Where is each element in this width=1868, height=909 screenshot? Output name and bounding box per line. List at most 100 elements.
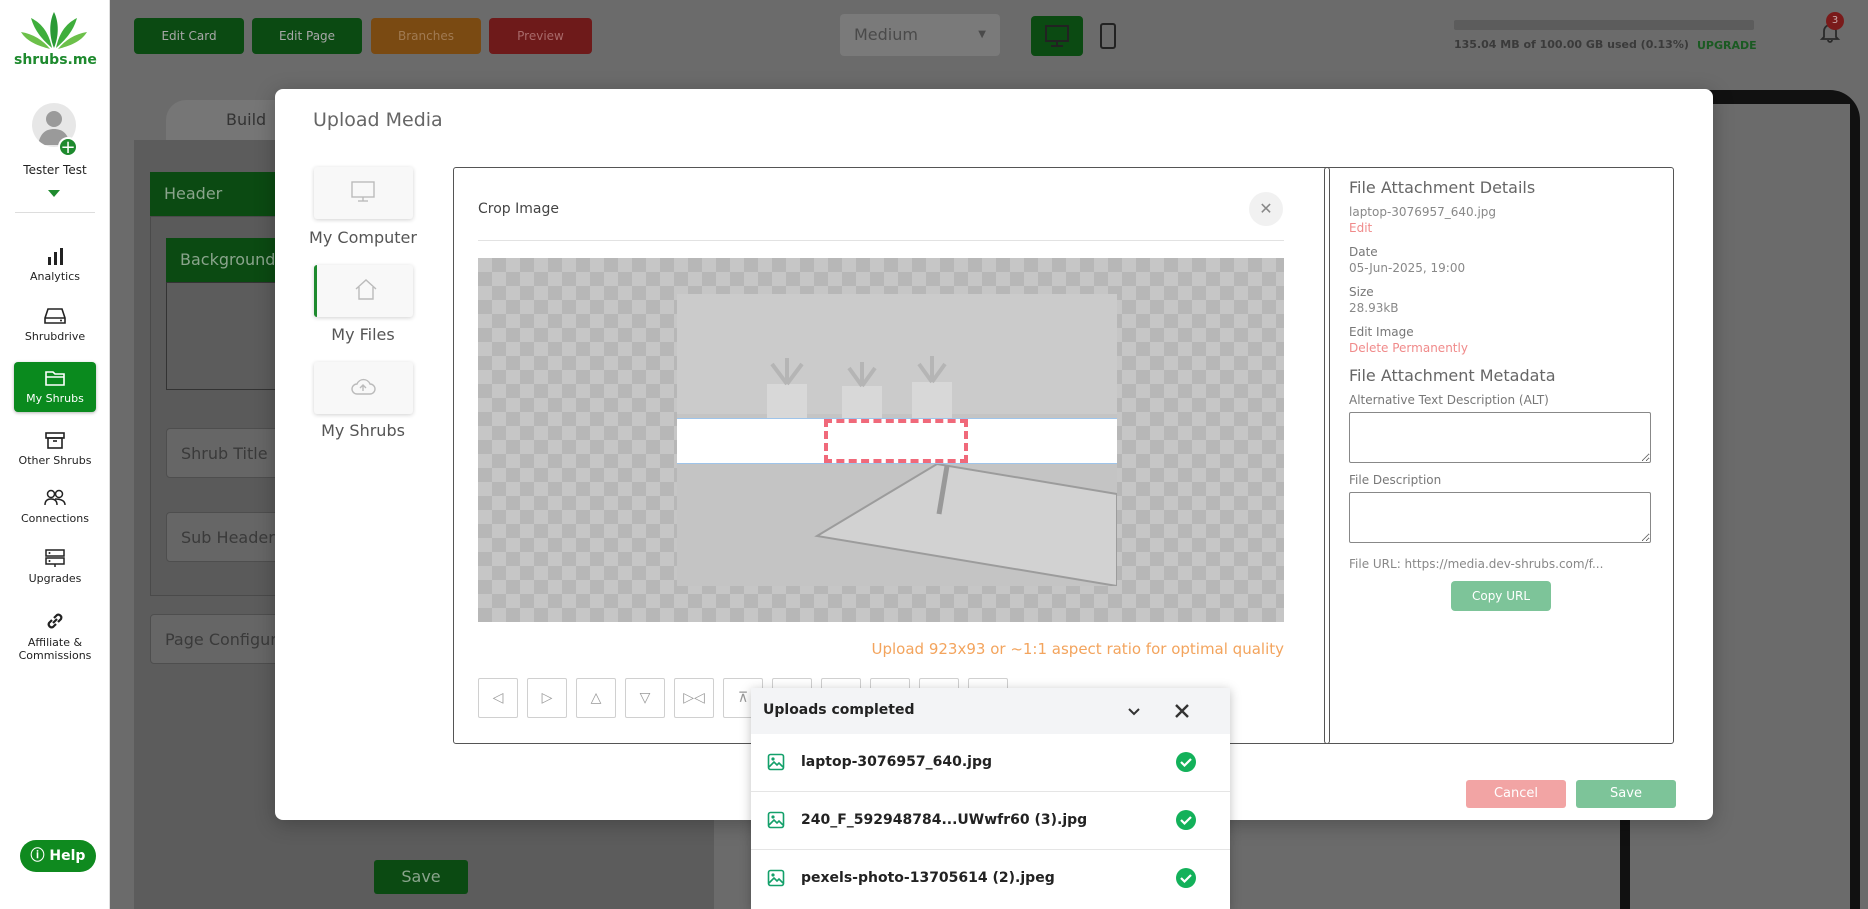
edit-filename-link[interactable]: Edit xyxy=(1349,221,1372,235)
arrow-left-icon: ◁ xyxy=(492,690,504,706)
source-my-shrubs[interactable] xyxy=(314,362,413,414)
save-button[interactable]: Save xyxy=(1576,780,1676,808)
flip-horizontal-icon: ▷◁ xyxy=(683,690,705,706)
leaf-logo-icon xyxy=(21,12,87,49)
monitor-icon xyxy=(351,181,375,202)
user-name: Tester Test xyxy=(23,163,87,177)
cloud-upload-icon xyxy=(351,378,376,395)
upload-hint: Upload 923x93 or ~1:1 aspect ratio for o… xyxy=(871,640,1284,658)
crop-title: Crop Image xyxy=(478,201,559,217)
delete-permanently-link[interactable]: Delete Permanently xyxy=(1349,341,1468,355)
arrow-down-icon: ▽ xyxy=(639,690,651,706)
file-description-input[interactable] xyxy=(1349,492,1651,543)
upload-row[interactable]: 240_F_592948784...UWwfr60 (3).jpg xyxy=(751,792,1230,850)
phone-icon xyxy=(1100,23,1116,49)
size-select-value: Medium xyxy=(854,25,918,44)
move-right-button[interactable]: ▷ xyxy=(527,678,567,718)
arrow-up-icon: △ xyxy=(590,690,602,706)
archive-icon xyxy=(45,432,65,449)
source-my-computer[interactable] xyxy=(314,167,413,219)
sidebar-item-label: Upgrades xyxy=(28,572,82,585)
sidebar-item-analytics[interactable]: Analytics xyxy=(14,240,96,288)
upload-file-name: pexels-photo-13705614 (2).jpeg xyxy=(801,870,1055,886)
move-down-button[interactable]: ▽ xyxy=(625,678,665,718)
upgrade-link[interactable]: UPGRADE xyxy=(1697,39,1757,52)
link-icon xyxy=(47,613,63,629)
preview-button[interactable]: Preview xyxy=(489,18,592,54)
sidebar-item-shrubdrive[interactable]: Shrubdrive xyxy=(14,300,96,348)
sidebar-item-label: Shrubdrive xyxy=(24,330,86,343)
move-left-button[interactable]: ◁ xyxy=(478,678,518,718)
sidebar-item-label: Affiliate & Commissions xyxy=(18,636,92,662)
chevron-down-icon[interactable] xyxy=(1125,702,1143,720)
date-label: Date xyxy=(1349,245,1378,259)
sidebar-item-upgrades[interactable]: Upgrades xyxy=(14,542,96,592)
home-icon xyxy=(355,279,377,300)
move-up-button[interactable]: △ xyxy=(576,678,616,718)
background-save-button[interactable]: Save xyxy=(374,860,468,894)
help-label: Help xyxy=(49,848,86,864)
sidebar-item-label: My Shrubs xyxy=(26,392,84,405)
crop-close-button[interactable]: ✕ xyxy=(1249,192,1283,226)
metadata-heading: File Attachment Metadata xyxy=(1349,366,1556,385)
edit-page-button[interactable]: Edit Page xyxy=(252,18,362,54)
branches-button[interactable]: Branches xyxy=(371,18,481,54)
file-description-label: File Description xyxy=(1349,473,1442,487)
drive-icon xyxy=(44,308,66,324)
sidebar: shrubs.me + Tester Test Analytics Shrubd… xyxy=(0,0,110,909)
flip-horizontal-button[interactable]: ▷◁ xyxy=(674,678,714,718)
upload-file-name: 240_F_592948784...UWwfr60 (3).jpg xyxy=(801,812,1088,828)
copy-url-button[interactable]: Copy URL xyxy=(1451,581,1551,611)
uploads-toast: Uploads completed laptop-3076957_640.jpg… xyxy=(751,688,1230,909)
chevron-down-icon: ▼ xyxy=(978,29,986,40)
file-details-panel: File Attachment Details laptop-3076957_6… xyxy=(1324,167,1674,744)
sidebar-item-affiliate[interactable]: Affiliate & Commissions xyxy=(14,604,96,666)
check-circle-icon xyxy=(1176,752,1196,772)
size-select[interactable]: Medium ▼ xyxy=(840,14,1000,56)
source-label: My Files xyxy=(331,325,395,344)
close-icon[interactable] xyxy=(1171,700,1193,722)
add-avatar-button[interactable]: + xyxy=(58,137,78,157)
details-heading: File Attachment Details xyxy=(1349,178,1536,197)
crop-canvas[interactable] xyxy=(478,258,1284,622)
logo-text: shrubs.me xyxy=(14,52,97,68)
image-file-icon xyxy=(767,811,785,829)
folder-icon xyxy=(45,371,65,386)
source-my-files[interactable] xyxy=(314,265,413,317)
logo[interactable]: shrubs.me xyxy=(14,10,97,72)
server-icon xyxy=(45,549,65,567)
sidebar-item-label: Other Shrubs xyxy=(18,454,92,467)
sidebar-item-other-shrubs[interactable]: Other Shrubs xyxy=(14,424,96,472)
notification-badge: 3 xyxy=(1826,12,1844,30)
size-label: Size xyxy=(1349,285,1374,299)
help-button[interactable]: ⓘ Help xyxy=(20,840,96,872)
crop-selection-box[interactable] xyxy=(824,419,968,463)
edit-image-link[interactable]: Edit Image xyxy=(1349,325,1414,339)
image-file-icon xyxy=(767,753,785,771)
sidebar-divider xyxy=(15,212,95,213)
cancel-button[interactable]: Cancel xyxy=(1466,780,1566,808)
alt-text-input[interactable] xyxy=(1349,412,1651,463)
check-circle-icon xyxy=(1176,868,1196,888)
mobile-view-button[interactable] xyxy=(1095,16,1121,56)
file-name: laptop-3076957_640.jpg xyxy=(1349,205,1497,219)
sidebar-item-label: Connections xyxy=(21,512,89,525)
source-label: My Shrubs xyxy=(321,421,405,440)
sidebar-item-my-shrubs[interactable]: My Shrubs xyxy=(14,362,96,412)
crop-divider xyxy=(478,240,1284,241)
upload-row[interactable]: laptop-3076957_640.jpg xyxy=(751,734,1230,792)
date-value: 05-Jun-2025, 19:00 xyxy=(1349,261,1466,275)
bar-chart-icon xyxy=(48,248,63,265)
flip-vertical-icon: ⊼ xyxy=(737,690,749,706)
users-icon xyxy=(44,489,66,506)
edit-card-button[interactable]: Edit Card xyxy=(134,18,244,54)
modal-title: Upload Media xyxy=(313,109,443,131)
desktop-view-button[interactable] xyxy=(1031,16,1083,56)
upload-row[interactable]: pexels-photo-13705614 (2).jpeg xyxy=(751,850,1230,908)
upload-file-name: laptop-3076957_640.jpg xyxy=(801,754,992,770)
uploads-title: Uploads completed xyxy=(763,702,915,718)
crop-image-panel: Crop Image ✕ Upload 923x93 or ~1:1 aspec… xyxy=(453,167,1330,744)
sidebar-item-connections[interactable]: Connections xyxy=(14,482,96,530)
file-url-text: File URL: https://media.dev-shrubs.com/f… xyxy=(1349,557,1604,571)
user-menu-caret-icon[interactable] xyxy=(48,190,60,197)
